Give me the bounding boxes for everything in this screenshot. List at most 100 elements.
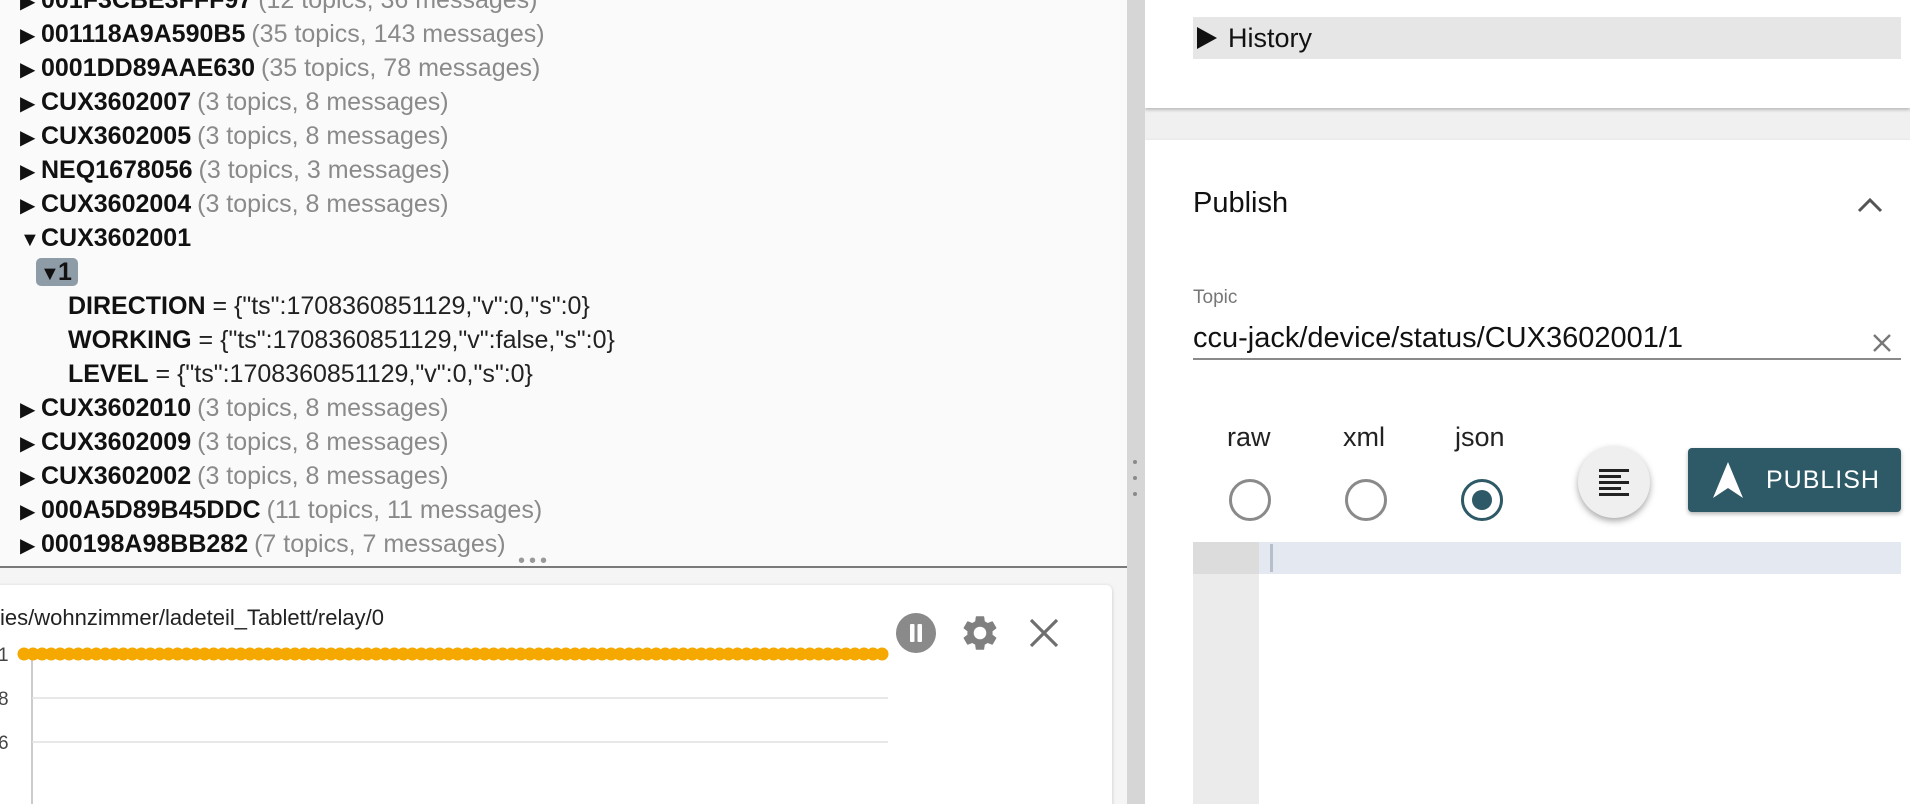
format-xml-radio[interactable] (1345, 479, 1387, 521)
tree-leaf[interactable]: DIRECTION = {"ts":1708360851129,"v":0,"s… (20, 289, 1100, 323)
align-left-icon (1599, 469, 1629, 496)
collapsed-arrow-icon[interactable]: ▶ (20, 53, 41, 87)
tree-node-name: CUX3602001 (41, 224, 192, 252)
editor-active-line (1193, 542, 1901, 574)
tree-node[interactable]: ▶ CUX3602009 (3 topics, 8 messages) (20, 425, 1100, 459)
tree-node[interactable]: ▶ 000A5D89B45DDC (11 topics, 11 messages) (20, 493, 1100, 527)
chart-settings-button[interactable] (959, 612, 1001, 654)
collapsed-arrow-icon[interactable]: ▶ (20, 19, 41, 53)
chevron-up-icon (1857, 197, 1883, 213)
tree-node[interactable]: ▶ CUX3602004 (3 topics, 8 messages) (20, 187, 1100, 221)
topic-input[interactable] (1193, 318, 1901, 360)
format-raw-radio[interactable] (1229, 479, 1271, 521)
tree-node-name: 001F3CBE3FFF97 (41, 0, 253, 14)
collapsed-arrow-icon[interactable]: ▶ (20, 529, 41, 563)
tree-node[interactable]: ▶ CUX3602007 (3 topics, 8 messages) (20, 85, 1100, 119)
tree-node-meta: (3 topics, 8 messages) (197, 190, 449, 218)
tree-node[interactable]: ▶ 001F3CBE3FFF97 (12 topics, 36 messages) (20, 0, 1100, 17)
chart-y-tick-label: 1 (0, 645, 9, 666)
tree-node-name: 000198A98BB282 (41, 530, 249, 558)
tree-node-meta: (3 topics, 3 messages) (198, 156, 451, 184)
tree-node[interactable]: ▶ CUX3602002 (3 topics, 8 messages) (20, 459, 1100, 493)
splitter-grip-icon[interactable] (1132, 460, 1138, 496)
tree-node-meta: (35 topics, 143 messages) (251, 20, 545, 48)
leaf-value: = {"ts":1708360851129,"v":false,"s":0} (191, 326, 615, 354)
tree-node-name: CUX3602009 (41, 428, 192, 456)
tree-node-meta: (12 topics, 36 messages) (258, 0, 538, 14)
tree-node-name: 000A5D89B45DDC (41, 496, 261, 524)
expanded-arrow-icon[interactable]: ▼ (20, 223, 41, 257)
tree-node[interactable]: ▶ CUX3602010 (3 topics, 8 messages) (20, 391, 1100, 425)
tree-node-expanded[interactable]: ▼CUX3602001 (20, 221, 1100, 255)
tree-node-name: NEQ1678056 (41, 156, 193, 184)
topic-tree: ▶ 001F3CBE3FFF97 (12 topics, 36 messages) ▶… (20, 0, 1100, 566)
leaf-key: LEVEL (68, 360, 149, 388)
tree-node-meta: (11 topics, 11 messages) (266, 496, 543, 524)
tree-node-name: 0001DD89AAE630 (41, 54, 256, 82)
collapsed-arrow-icon[interactable]: ▶ (20, 87, 41, 121)
close-chart-button[interactable] (1023, 612, 1065, 654)
editor-cursor (1270, 544, 1273, 572)
tree-node[interactable]: ▶ 0001DD89AAE630 (35 topics, 78 messages) (20, 51, 1100, 85)
tree-node-name: 001118A9A590B5 (41, 20, 246, 48)
collapsed-arrow-icon[interactable]: ▶ (20, 495, 41, 529)
publish-title: Publish (1193, 187, 1289, 219)
chart-y-tick-label: 6 (0, 733, 9, 754)
payload-editor[interactable] (1193, 542, 1901, 804)
tree-child-node[interactable]: ▼1 (20, 255, 1100, 289)
tree-leaf[interactable]: WORKING = {"ts":1708360851129,"v":false,… (20, 323, 1100, 357)
history-panel: History (1145, 0, 1910, 108)
chart-topic-title: ies/wohnzimmer/ladeteil_Tablett/relay/0 (0, 605, 384, 630)
tree-node-name: CUX3602002 (41, 462, 192, 490)
tree-node-meta: (3 topics, 8 messages) (197, 122, 449, 150)
tree-node-meta: (3 topics, 8 messages) (197, 394, 449, 422)
publish-collapse-button[interactable] (1853, 188, 1887, 222)
tree-node-meta: (3 topics, 8 messages) (197, 428, 449, 456)
collapsed-arrow-icon[interactable]: ▶ (20, 393, 41, 427)
history-label: History (1228, 22, 1313, 53)
topic-label: Topic (1193, 287, 1238, 308)
publish-button[interactable]: PUBLISH (1688, 448, 1901, 512)
format-json-button[interactable] (1578, 446, 1650, 518)
format-json-radio[interactable] (1461, 479, 1503, 521)
publish-button-label: PUBLISH (1766, 465, 1880, 494)
pause-button[interactable] (895, 612, 937, 654)
selected-child-badge[interactable]: ▼1 (36, 258, 78, 286)
close-icon (1873, 334, 1891, 352)
collapsed-arrow-icon[interactable]: ▶ (20, 155, 41, 189)
collapsed-arrow-icon[interactable]: ▶ (20, 461, 41, 495)
tree-node[interactable]: ▶ NEQ1678056 (3 topics, 3 messages) (20, 153, 1100, 187)
collapsed-arrow-icon[interactable]: ▶ (20, 427, 41, 461)
app-root: ▶ 001F3CBE3FFF97 (12 topics, 36 messages) ▶… (0, 0, 1910, 804)
tree-node[interactable]: ▶ 001118A9A590B5 (35 topics, 143 messages) (20, 17, 1100, 51)
right-sidebar: History Publish Topic raw xml json (1145, 0, 1910, 804)
chart-point (875, 647, 889, 661)
close-icon (1029, 618, 1059, 648)
tree-node-name: CUX3602005 (41, 122, 192, 150)
collapsed-arrow-icon[interactable]: ▶ (20, 189, 41, 223)
expand-triangle-icon (1197, 27, 1217, 49)
topic-tree-pane: ▶ 001F3CBE3FFF97 (12 topics, 36 messages) ▶… (0, 0, 1127, 566)
publish-panel: Publish Topic raw xml json (1145, 140, 1910, 804)
horizontal-splitter[interactable] (0, 566, 1145, 568)
tree-node-meta: (35 topics, 78 messages) (261, 54, 541, 82)
clear-topic-button[interactable] (1865, 326, 1899, 360)
editor-gutter (1193, 542, 1259, 804)
collapsed-arrow-icon[interactable]: ▶ (20, 121, 41, 155)
editor-active-gutter (1193, 542, 1259, 574)
vertical-splitter[interactable] (1127, 0, 1145, 804)
chart-panel: 1 8 6 ies/wohnzimmer/ladeteil_Tablett/rela… (0, 585, 1112, 804)
format-json-label: json (1455, 422, 1505, 452)
tree-node-name: CUX3602010 (41, 394, 192, 422)
history-toggle[interactable]: History (1193, 17, 1901, 59)
tree-node-meta: (3 topics, 8 messages) (197, 88, 449, 116)
tree-node[interactable]: ▶ 000198A98BB282 (7 topics, 7 messages) (20, 527, 1100, 561)
child-node-name: 1 (58, 258, 72, 286)
tree-leaf[interactable]: LEVEL = {"ts":1708360851129,"v":0,"s":0} (20, 357, 1100, 391)
splitter-grip-icon[interactable]: ••• (518, 550, 551, 573)
leaf-value: = {"ts":1708360851129,"v":0,"s":0} (205, 292, 590, 320)
expanded-arrow-icon[interactable]: ▼ (40, 260, 60, 288)
leaf-key: WORKING (68, 326, 192, 354)
pause-icon (896, 613, 936, 653)
tree-node[interactable]: ▶ CUX3602005 (3 topics, 8 messages) (20, 119, 1100, 153)
